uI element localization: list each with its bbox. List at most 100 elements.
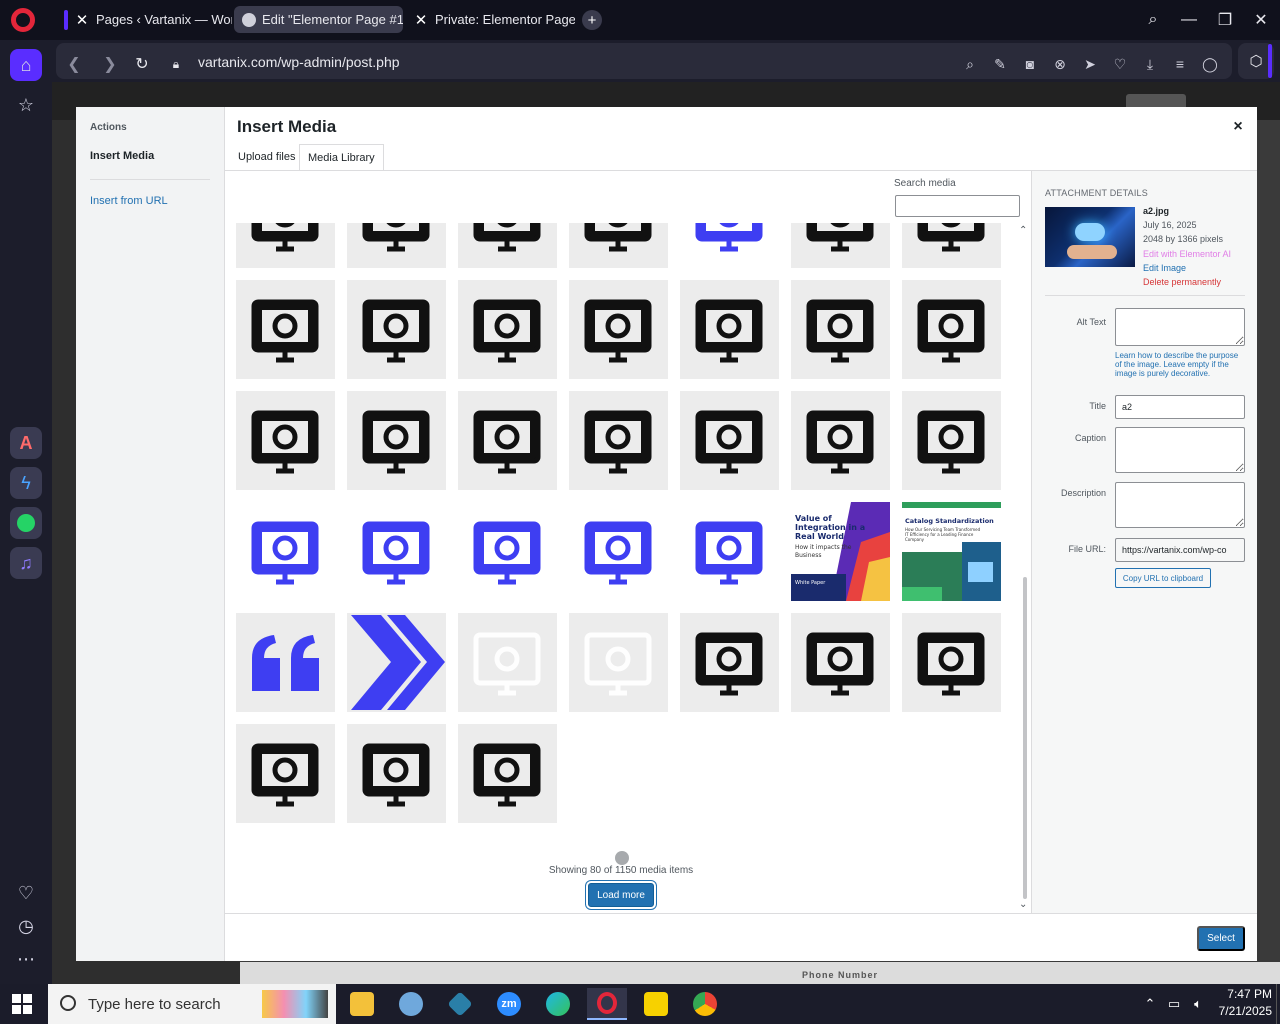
url-text[interactable]: vartanix.com/wp-admin/post.php — [198, 54, 400, 70]
media-tile-money-bag-search[interactable] — [347, 280, 446, 379]
edge-app-icon[interactable] — [538, 988, 578, 1020]
more-icon[interactable]: ⋯ — [10, 943, 42, 975]
caption-field[interactable] — [1115, 427, 1245, 473]
media-tile-hexagon-network-blue[interactable] — [680, 502, 779, 601]
tab-edit-elementor[interactable]: Edit "Elementor Page #10 — [234, 6, 403, 33]
sketchup-app-icon[interactable] — [440, 988, 480, 1020]
opera-logo-icon[interactable] — [11, 8, 35, 32]
media-tile-shield-network[interactable] — [458, 223, 557, 268]
media-tile-cycle-process[interactable] — [458, 391, 557, 490]
show-desktop-button[interactable] — [1276, 984, 1280, 1024]
music-icon[interactable]: ♫ — [10, 547, 42, 579]
heart-icon[interactable]: ♡ — [10, 877, 42, 909]
new-tab-button[interactable]: + — [582, 10, 602, 30]
adblock-icon[interactable]: ⊗ — [1050, 54, 1070, 74]
send-icon[interactable]: ➤ — [1080, 54, 1100, 74]
grid-scrollbar[interactable] — [1023, 577, 1027, 899]
address-bar[interactable]: ❮ ❯ ↻ 🔒︎ vartanix.com/wp-admin/post.php … — [56, 43, 1232, 79]
minimize-button[interactable]: — — [1177, 8, 1201, 32]
lock-icon[interactable]: 🔒︎ — [166, 54, 186, 74]
taskbar-clock[interactable]: 7:47 PM 7/21/2025 — [1210, 986, 1272, 1020]
zoom-app-icon[interactable]: zm — [489, 988, 529, 1020]
media-tile-code-gear-blue[interactable] — [680, 223, 779, 268]
menu-item-insert-from-url[interactable]: Insert from URL — [90, 195, 168, 207]
media-tile-bulb-gear-blue[interactable] — [458, 502, 557, 601]
media-tile-phishing-hook-monitor[interactable] — [680, 613, 779, 712]
tab-private-elementor[interactable]: ✕ Private: Elementor Page # — [405, 6, 575, 33]
media-tile-gear-globe[interactable] — [347, 391, 446, 490]
alt-text-field[interactable] — [1115, 308, 1245, 346]
tab-upload-files[interactable]: Upload files — [230, 144, 303, 171]
media-tile-calculator-percent[interactable] — [347, 223, 446, 268]
close-icon[interactable]: × — [1228, 117, 1248, 137]
file-url-field[interactable] — [1115, 538, 1245, 562]
media-tile-box-code-search[interactable] — [236, 391, 335, 490]
media-tile-browser-rating-2[interactable] — [680, 391, 779, 490]
windows-start-icon[interactable] — [12, 994, 32, 1014]
media-tile-monitor-dollar-gauge[interactable] — [236, 724, 335, 823]
load-more-button[interactable]: Load more — [588, 883, 654, 907]
media-tile-whitepaper-integration[interactable]: Value of Integration in a Real World How it… — [791, 502, 890, 601]
description-field[interactable] — [1115, 482, 1245, 528]
kite-app-icon[interactable] — [391, 988, 431, 1020]
messenger-icon[interactable]: ϟ — [10, 467, 42, 499]
media-tile-monitor-flow[interactable] — [458, 280, 557, 379]
media-tile-documents-gauge-2[interactable] — [347, 724, 446, 823]
sticky-notes-app-icon[interactable] — [636, 988, 676, 1020]
media-tile-network-hub[interactable] — [902, 280, 1001, 379]
media-tile-document-hand-gear-blue[interactable] — [569, 502, 668, 601]
edit-image-link[interactable]: Edit Image — [1143, 263, 1186, 273]
close-window-button[interactable]: ✕ — [1249, 8, 1273, 32]
tray-chevron-icon[interactable]: ⌃ — [1140, 994, 1160, 1014]
search-media-input[interactable] — [895, 195, 1020, 217]
back-button[interactable]: ❮ — [64, 54, 84, 74]
media-tile-server-checklist[interactable] — [791, 391, 890, 490]
chrome-app-icon[interactable] — [685, 988, 725, 1020]
media-tile-documents-gauge[interactable] — [680, 280, 779, 379]
whatsapp-icon[interactable] — [10, 507, 42, 539]
title-field[interactable] — [1115, 395, 1245, 419]
media-tile-gear-warning[interactable] — [902, 223, 1001, 268]
media-tile-folder-bulb-blue[interactable] — [347, 502, 446, 601]
media-tile-laptop-help[interactable] — [791, 613, 890, 712]
camera-icon[interactable]: ◙ — [1020, 54, 1040, 74]
tab-media-library[interactable]: Media Library — [299, 144, 384, 171]
delete-permanently-link[interactable]: Delete permanently — [1143, 277, 1221, 287]
media-tile-document-hand-blue[interactable] — [236, 502, 335, 601]
edit-with-ai-link[interactable]: Edit with Elementor AI — [1143, 249, 1231, 259]
media-tile-server-network[interactable] — [791, 223, 890, 268]
opera-app-icon[interactable] — [587, 988, 627, 1020]
media-tile-browser-rating[interactable] — [569, 391, 668, 490]
menu-item-insert-media[interactable]: Insert Media — [90, 150, 154, 162]
star-icon[interactable]: ☆ — [10, 89, 42, 121]
tab-pages[interactable]: ✕ Pages ‹ Vartanix — WordP — [56, 6, 232, 33]
scroll-down-arrow-icon[interactable]: ⌄ — [1019, 899, 1027, 910]
aria-icon[interactable]: A — [10, 427, 42, 459]
media-tile-hand-gear[interactable] — [902, 391, 1001, 490]
lens-search-icon[interactable]: ⌕ — [960, 54, 980, 74]
media-tile-hook-money-faded[interactable] — [458, 613, 557, 712]
copy-url-button[interactable]: Copy URL to clipboard — [1115, 568, 1211, 588]
media-tile-server-check[interactable] — [236, 280, 335, 379]
home-icon[interactable]: ⌂ — [10, 49, 42, 81]
media-tile-idea-dollar-box[interactable] — [569, 280, 668, 379]
heart-icon[interactable]: ♡ — [1110, 54, 1130, 74]
media-tile-monitor-gear[interactable] — [569, 223, 668, 268]
media-tile-password-checklist-safe[interactable] — [458, 724, 557, 823]
profile-icon[interactable]: ◯ — [1200, 54, 1220, 74]
edit-icon[interactable]: ✎ — [990, 54, 1010, 74]
taskbar-search-box[interactable]: Type here to search — [48, 984, 336, 1024]
forward-button[interactable]: ❯ — [100, 54, 120, 74]
reload-button[interactable]: ↻ — [132, 54, 152, 74]
history-icon[interactable]: ◷ — [10, 910, 42, 942]
search-tabs-icon[interactable]: ⌕ — [1141, 8, 1165, 32]
download-icon[interactable]: ⤓ — [1140, 54, 1160, 74]
select-button[interactable]: Select — [1197, 926, 1245, 951]
restore-button[interactable]: ❐ — [1213, 8, 1237, 32]
media-tile-server-rack[interactable] — [236, 223, 335, 268]
media-tile-monitor-flow-2[interactable] — [902, 613, 1001, 712]
easy-setup-icon[interactable]: ≡ — [1170, 54, 1190, 74]
file-explorer-icon[interactable] — [342, 988, 382, 1020]
scroll-up-arrow-icon[interactable]: ⌃ — [1019, 225, 1027, 236]
media-tile-chevrons-right-blue[interactable] — [347, 613, 446, 712]
